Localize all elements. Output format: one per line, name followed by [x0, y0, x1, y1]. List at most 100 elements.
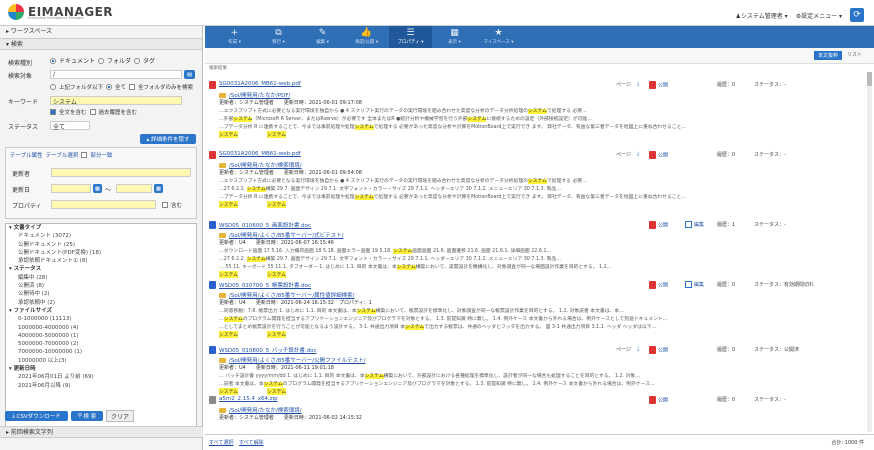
date-to-input[interactable]	[116, 184, 152, 193]
include-history-checkbox[interactable]	[89, 109, 96, 115]
property-include-checkbox[interactable]	[162, 202, 168, 208]
facet-item[interactable]: 承認依頼ドキュメント① (8)	[6, 257, 196, 265]
tab-body-excerpt[interactable]: 本文抜粋	[813, 51, 842, 60]
type-radio-document[interactable]	[50, 57, 56, 64]
result-title-link[interactable]: a5m2_2.15.4_x64.zip	[219, 396, 278, 402]
type-radio-tag[interactable]	[134, 57, 141, 64]
facet-item[interactable]: 公開済 (8)	[6, 282, 196, 290]
facet-item[interactable]: 公開ドキュメント(PDF変換) (18)	[6, 249, 196, 257]
download-icon[interactable]: ⤓	[637, 151, 639, 157]
history-count[interactable]: 履歴：0	[717, 281, 735, 288]
search-button[interactable]: ⚲ 検 索	[71, 411, 103, 421]
scope-radio-all[interactable]	[106, 84, 113, 90]
result-path-link[interactable]: /Sol/開発用/たなか/PDF/	[219, 91, 290, 99]
full-text-checkbox[interactable]	[50, 109, 56, 115]
publish-link[interactable]: 公開	[649, 81, 668, 89]
result-path-link[interactable]: /Sol/開発用/よくさ/85番サーバー/式ビテスト/	[219, 231, 343, 239]
facet-item[interactable]: 0-1000000 (11113)	[6, 315, 196, 323]
workspace-section[interactable]: ▸ ワークスペース	[0, 26, 202, 38]
property-input[interactable]	[51, 200, 156, 209]
facet-item[interactable]: 編集中 (28)	[6, 274, 196, 282]
publish-link[interactable]: 公開	[649, 396, 668, 404]
result-title-link[interactable]: SG0031A2006_MB61-web.pdf	[219, 81, 301, 87]
publish-link[interactable]: 公開	[649, 151, 668, 159]
facet-item[interactable]: 承認依頼中 (2)	[6, 299, 196, 307]
facet-item[interactable]: ドキュメント (3072)	[6, 232, 196, 240]
search-section-header[interactable]: ▾ 検索	[0, 38, 202, 50]
result-path-link[interactable]: /Sol/開発用/たなか/検索環境/	[219, 406, 302, 414]
select-all-link[interactable]: すべて選択	[209, 439, 233, 446]
history-section[interactable]: ▸ 前回検索文字列	[0, 426, 203, 438]
result-meta: 更新者：U4 更新日時：2021-06-24 16:15:32 プロパティ：1	[219, 300, 372, 306]
publish-link[interactable]: 公開	[649, 346, 668, 354]
target-picker-button[interactable]: ▤	[184, 70, 195, 79]
scope-folders-only-checkbox[interactable]	[129, 84, 136, 90]
folder-icon	[219, 293, 226, 298]
toolbar-button[interactable]: ★ マイスペース ▾	[477, 26, 520, 48]
facet-item[interactable]: 公開待中 (2)	[6, 290, 196, 298]
edit-link[interactable]: 編集	[685, 221, 704, 228]
toolbar-button[interactable]: 👍 承認/公開 ▾	[345, 26, 388, 48]
user-menu[interactable]: ♟システム管理者 ▾	[736, 11, 788, 20]
target-input[interactable]: /	[50, 70, 182, 79]
clear-button[interactable]: クリア	[106, 410, 134, 422]
type-radio-folder[interactable]	[98, 57, 105, 64]
results-scrollbar[interactable]	[867, 72, 872, 432]
facet-group-header[interactable]: ▾ 更新日時	[6, 365, 196, 373]
csv-download-button[interactable]: ⤓ CSVダウンロード	[5, 411, 68, 421]
toolbar-button[interactable]: ☰ プロパティ ▾	[389, 26, 432, 48]
settings-menu[interactable]: ⚙設定メニュー ▾	[796, 11, 842, 20]
facet-item[interactable]: 2021年06月01日 より前 (69)	[6, 373, 196, 381]
updater-input[interactable]	[51, 168, 191, 177]
result-path-link[interactable]: /Sol/開発用/よくさ/85番サーバー/公開ファイルテスト/	[219, 356, 365, 364]
toggle-detail-button[interactable]: ▴ 詳細条件を隠す	[140, 134, 196, 144]
facet-item[interactable]: 1000000-4000000 (4)	[6, 324, 196, 332]
toolbar-button[interactable]: + 作成 ▾	[213, 26, 256, 48]
download-icon[interactable]: ⤓	[637, 81, 639, 87]
publish-link[interactable]: 公開	[649, 281, 668, 289]
keyword-input[interactable]: システム	[50, 96, 182, 106]
history-count[interactable]: 履歴：0	[717, 151, 735, 158]
result-title-link[interactable]: SG0031A2006_MB61-web.pdf	[219, 151, 301, 157]
facet-item[interactable]: 7000000-10000000 (1)	[6, 348, 196, 356]
toolbar-button[interactable]: ⧉ 移行 ▾	[257, 26, 300, 48]
toolbar-button[interactable]: ✎ 編集 ▾	[301, 26, 344, 48]
attr-tab-select[interactable]: テーブル選択	[46, 151, 79, 159]
history-count[interactable]: 履歴：0	[717, 81, 735, 88]
facet-item[interactable]: 公開ドキュメント (25)	[6, 241, 196, 249]
keyword-highlight: システム	[263, 382, 283, 387]
facet-group-header[interactable]: ▾ ステータス	[6, 265, 196, 273]
history-count[interactable]: 履歴：0	[717, 346, 735, 353]
help-button[interactable]: ⟳	[850, 8, 864, 22]
date-from-input[interactable]	[51, 184, 91, 193]
history-count[interactable]: 履歴：0	[717, 396, 735, 403]
date-to-picker[interactable]: ▦	[154, 184, 163, 193]
facet-item[interactable]: 2021年06月以降 (9)	[6, 382, 196, 390]
date-from-picker[interactable]: ▦	[93, 184, 102, 193]
publish-link[interactable]: 公開	[649, 221, 668, 229]
edit-link[interactable]: 編集	[685, 281, 704, 288]
attr-tab-table[interactable]: テーブル属性	[10, 151, 43, 159]
toolbar-button[interactable]: ▦ 表示 ▾	[433, 26, 476, 48]
facet-item[interactable]: 5000000-7000000 (2)	[6, 340, 196, 348]
facet-group-header[interactable]: ▾ 文書タイプ	[6, 224, 196, 232]
history-count[interactable]: 履歴：1	[717, 221, 735, 228]
result-path-link[interactable]: /Sol/開発用/たなか/検索環境/	[219, 161, 302, 169]
logo-icon	[8, 4, 24, 20]
partial-match-checkbox[interactable]	[81, 152, 88, 158]
result-title-link[interactable]: WSD05_010600_5_画面設計書.doc	[219, 221, 311, 229]
facet-item[interactable]: 4000000-5000000 (1)	[6, 332, 196, 340]
result-title-link[interactable]: WSD05_010800_5_バッチ設計書.doc	[219, 346, 317, 354]
status-select[interactable]: 全て	[50, 121, 90, 131]
clear-all-link[interactable]: すべて解除	[239, 439, 263, 446]
result-meta: 更新者：システム管理者 更新日時：2021-06-01 09:54:08	[219, 170, 362, 176]
download-icon[interactable]: ⤓	[637, 346, 639, 352]
result-title-link[interactable]: WSD05_010700_5_帳票設計書.doc	[219, 281, 311, 289]
pdf-icon	[649, 221, 656, 229]
facet-item[interactable]: 10000000 以上(3)	[6, 357, 196, 365]
tab-list[interactable]: リスト	[847, 51, 862, 58]
facet-group-header[interactable]: ▾ ファイルサイズ	[6, 307, 196, 315]
result-path-link[interactable]: /Sol/開発用/よくさ/85番サーバー/属性値詳細検索/	[219, 291, 354, 299]
scrollbar-thumb[interactable]	[867, 72, 872, 86]
scope-radio-below[interactable]	[50, 84, 56, 90]
